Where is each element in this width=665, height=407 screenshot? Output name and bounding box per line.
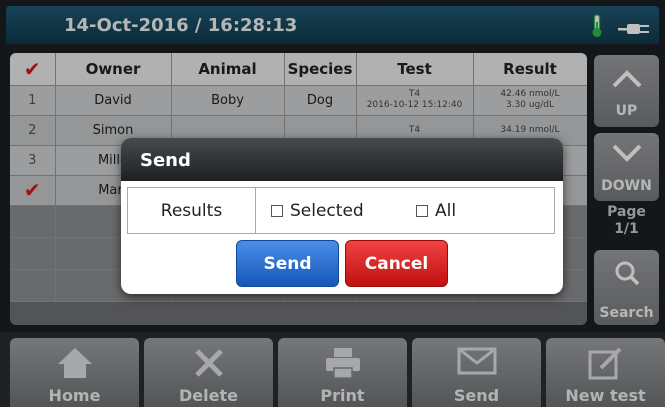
selected-label: Selected: [290, 201, 364, 221]
cancel-button[interactable]: Cancel: [345, 240, 448, 287]
all-label: All: [435, 201, 457, 221]
all-option[interactable]: All: [416, 201, 456, 221]
all-checkbox[interactable]: [416, 205, 428, 217]
results-label: Results: [128, 188, 256, 233]
send-button[interactable]: Send: [236, 240, 339, 287]
results-option-row: Results Selected All: [127, 187, 555, 234]
send-dialog: Send Results Selected All Send Cancel: [121, 138, 563, 294]
selected-checkbox[interactable]: [271, 205, 283, 217]
dialog-title: Send: [121, 138, 563, 181]
selected-option[interactable]: Selected: [271, 201, 364, 221]
